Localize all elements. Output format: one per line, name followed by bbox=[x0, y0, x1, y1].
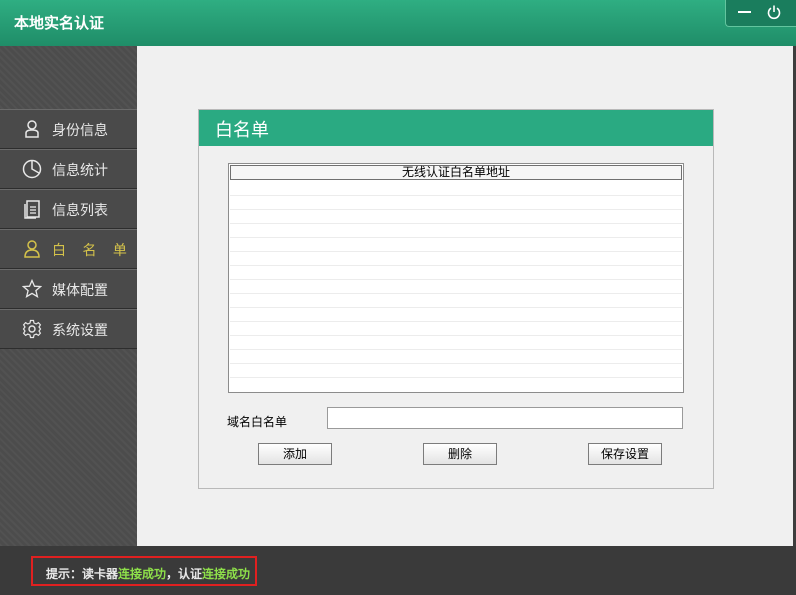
list-row[interactable] bbox=[230, 349, 682, 364]
sidebar-item-identity[interactable]: 身份信息 bbox=[0, 109, 137, 149]
panel-header: 白名单 bbox=[199, 110, 713, 146]
add-button[interactable]: 添加 bbox=[258, 443, 332, 465]
sidebar-item-label: 信息列表 bbox=[52, 203, 108, 219]
domain-whitelist-label: 域名白名单 bbox=[227, 415, 288, 429]
sidebar-item-label: 媒体配置 bbox=[52, 283, 108, 299]
whitelist-listbox[interactable]: 无线认证白名单地址 bbox=[228, 163, 684, 393]
sidebar-item-label: 信息统计 bbox=[52, 163, 108, 179]
status-hint: 提示：读卡器连接成功，认证连接成功 bbox=[46, 565, 250, 582]
hint-prefix: 提示：读卡器 bbox=[46, 567, 119, 581]
panel-title: 白名单 bbox=[215, 120, 269, 141]
window-controls bbox=[725, 0, 796, 27]
sidebar-item-label: 白 名 单 bbox=[52, 243, 133, 259]
domain-whitelist-input[interactable] bbox=[327, 407, 683, 429]
title-bar: 本地实名认证 bbox=[0, 0, 796, 46]
list-row[interactable] bbox=[230, 279, 682, 294]
sidebar: 身份信息 信息统计 信息列表 白 名 单 媒体配置 系统设置 bbox=[0, 46, 137, 546]
auth-status: 连接成功 bbox=[202, 567, 251, 581]
list-column-header[interactable]: 无线认证白名单地址 bbox=[230, 165, 682, 180]
sidebar-item-whitelist[interactable]: 白 名 单 bbox=[0, 229, 137, 269]
gear-icon bbox=[22, 319, 42, 339]
list-row[interactable] bbox=[230, 251, 682, 266]
list-row[interactable] bbox=[230, 265, 682, 280]
sidebar-item-label: 身份信息 bbox=[52, 123, 108, 139]
person-icon bbox=[25, 120, 39, 138]
app-title: 本地实名认证 bbox=[14, 14, 105, 32]
status-hint-box: 提示：读卡器连接成功，认证连接成功 bbox=[31, 556, 257, 586]
reader-status: 连接成功 bbox=[118, 567, 167, 581]
star-icon bbox=[22, 279, 42, 298]
sidebar-item-statistics[interactable]: 信息统计 bbox=[0, 149, 137, 189]
whitelist-panel: 白名单 无线认证白名单地址 域名白名单 添加 删除 保存设置 bbox=[198, 109, 714, 489]
list-row[interactable] bbox=[230, 293, 682, 308]
main-content: 白名单 无线认证白名单地址 域名白名单 添加 删除 保存设置 bbox=[137, 46, 796, 546]
list-row[interactable] bbox=[230, 237, 682, 252]
user-outline-icon bbox=[24, 240, 40, 258]
document-list-icon bbox=[24, 200, 40, 219]
save-settings-button[interactable]: 保存设置 bbox=[588, 443, 662, 465]
sidebar-item-media[interactable]: 媒体配置 bbox=[0, 269, 137, 309]
hint-middle: ，认证 bbox=[166, 567, 203, 581]
list-row[interactable] bbox=[230, 363, 682, 378]
sidebar-item-settings[interactable]: 系统设置 bbox=[0, 309, 137, 349]
list-row[interactable] bbox=[230, 321, 682, 336]
power-icon[interactable] bbox=[766, 4, 782, 20]
list-row[interactable] bbox=[230, 181, 682, 196]
list-row[interactable] bbox=[230, 223, 682, 238]
pie-chart-icon bbox=[22, 159, 42, 179]
sidebar-item-list[interactable]: 信息列表 bbox=[0, 189, 137, 229]
list-row[interactable] bbox=[230, 209, 682, 224]
sidebar-item-label: 系统设置 bbox=[52, 323, 108, 339]
minimize-icon[interactable] bbox=[738, 11, 751, 13]
list-row[interactable] bbox=[230, 307, 682, 322]
list-row[interactable] bbox=[230, 335, 682, 350]
delete-button[interactable]: 删除 bbox=[423, 443, 497, 465]
status-bar: 提示：读卡器连接成功，认证连接成功 bbox=[0, 546, 796, 595]
list-row[interactable] bbox=[230, 195, 682, 210]
